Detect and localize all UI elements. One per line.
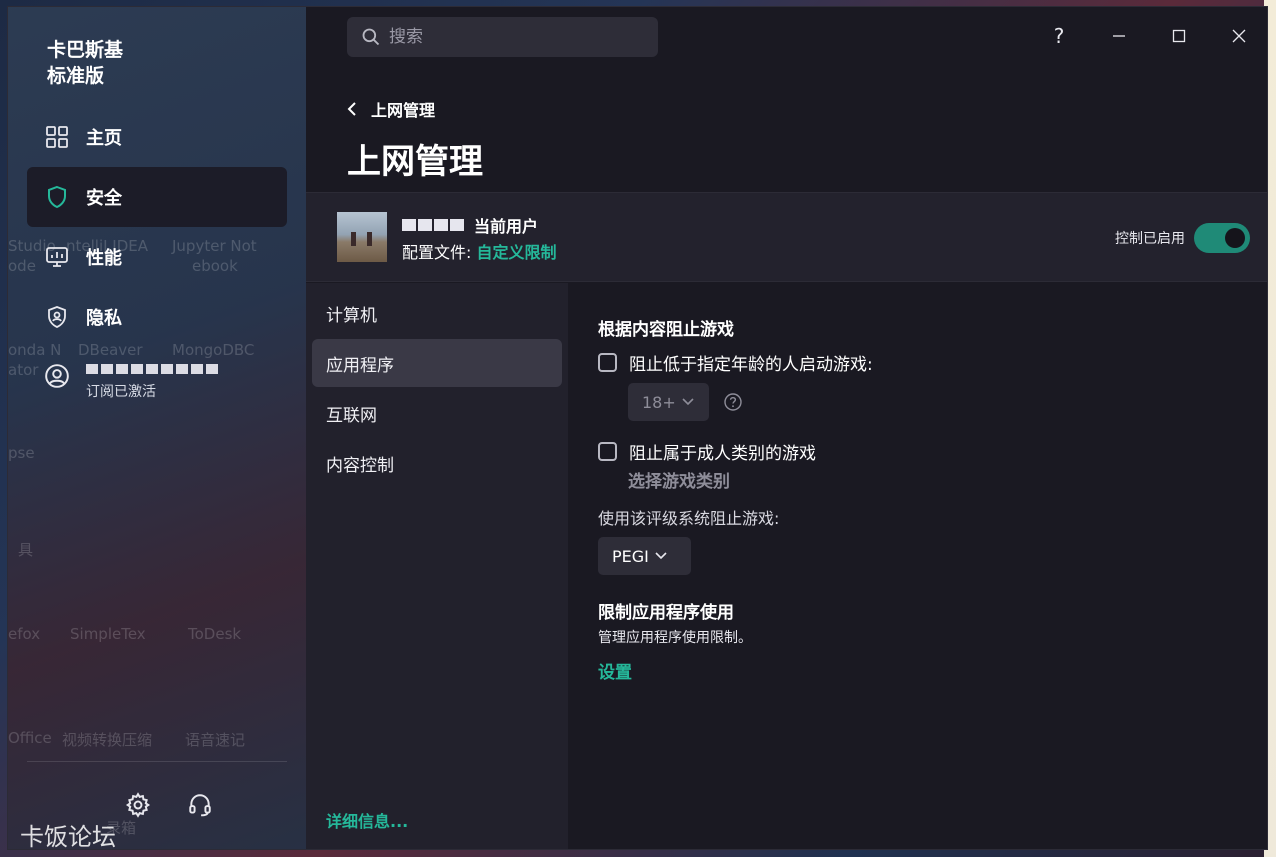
desktop-ghost-label: pse bbox=[8, 444, 35, 462]
sidebar-item-label: 性能 bbox=[86, 248, 122, 269]
brand-edition: 标准版 bbox=[47, 65, 105, 87]
sidebar-item-privacy[interactable]: 隐私 bbox=[27, 287, 287, 347]
maximize-icon bbox=[1172, 29, 1186, 43]
user-bar: 当前用户 配置文件: 自定义限制 控制已启用 bbox=[306, 192, 1267, 282]
sidebar-divider bbox=[27, 761, 287, 762]
age-select[interactable]: 18+ bbox=[628, 383, 709, 421]
sidebar-item-performance[interactable]: 性能 bbox=[27, 227, 287, 287]
profile-label: 配置文件: bbox=[402, 243, 472, 262]
close-button[interactable] bbox=[1224, 21, 1254, 51]
age-select-value: 18+ bbox=[642, 392, 676, 412]
main-panel: ? 上网管理 上网管理 当前用户 配置文件 bbox=[306, 7, 1267, 849]
subscription-status: 订阅已激活 bbox=[86, 384, 156, 400]
sidebar-item-label: 主页 bbox=[86, 128, 122, 149]
desktop-ghost-label: Office bbox=[8, 729, 52, 747]
sidebar-item-label: 安全 bbox=[86, 188, 122, 209]
age-restriction-row[interactable]: 阻止低于指定年龄的人启动游戏: bbox=[598, 350, 873, 375]
choose-category-link[interactable]: 选择游戏类别 bbox=[628, 467, 730, 492]
breadcrumb-label[interactable]: 上网管理 bbox=[371, 97, 435, 121]
adult-category-label[interactable]: 阻止属于成人类别的游戏 bbox=[629, 439, 816, 464]
monitor-icon bbox=[44, 244, 70, 270]
chevron-down-icon bbox=[682, 398, 694, 406]
subnav-item-internet[interactable]: 互联网 bbox=[312, 389, 562, 437]
control-enabled-label: 控制已启用 bbox=[1115, 231, 1185, 247]
age-restriction-label[interactable]: 阻止低于指定年龄的人启动游戏: bbox=[629, 350, 873, 375]
minimize-button[interactable] bbox=[1104, 21, 1134, 51]
minimize-icon bbox=[1113, 35, 1125, 37]
gear-icon[interactable] bbox=[123, 790, 153, 820]
desktop-ghost-label: 具 bbox=[18, 541, 34, 559]
adult-category-row[interactable]: 阻止属于成人类别的游戏 bbox=[598, 439, 816, 464]
user-name: 当前用户 bbox=[402, 213, 538, 237]
app-limits-description: 管理应用程序使用限制。 bbox=[598, 630, 752, 646]
settings-link[interactable]: 设置 bbox=[598, 658, 632, 683]
search-icon bbox=[361, 27, 381, 47]
help-button[interactable]: ? bbox=[1044, 21, 1074, 51]
current-user-label: 当前用户 bbox=[474, 217, 539, 236]
account-item[interactable]: 订阅已激活 bbox=[27, 359, 287, 403]
brand-name: 卡巴斯基 bbox=[47, 39, 124, 61]
maximize-button[interactable] bbox=[1164, 21, 1194, 51]
close-icon bbox=[1232, 29, 1246, 43]
profile-link[interactable]: 自定义限制 bbox=[477, 243, 557, 262]
search-box[interactable] bbox=[347, 17, 658, 57]
subnav-item-content-control[interactable]: 内容控制 bbox=[312, 439, 562, 487]
subnav-item-applications[interactable]: 应用程序 bbox=[312, 339, 562, 387]
kaspersky-window: Studio ode ntelliJ IDEA Jupyter Not eboo… bbox=[7, 6, 1268, 850]
details-link[interactable]: 详细信息... bbox=[326, 808, 408, 832]
desktop-ghost-label: 语音速记 bbox=[185, 731, 246, 749]
subnav-item-computer[interactable]: 计算机 bbox=[312, 289, 562, 337]
lock-shield-icon bbox=[44, 304, 70, 330]
grid-icon bbox=[44, 124, 70, 150]
search-input[interactable] bbox=[389, 27, 639, 47]
account-name-redacted bbox=[86, 359, 221, 377]
age-restriction-checkbox[interactable] bbox=[598, 353, 617, 372]
section-title-block-games: 根据内容阻止游戏 bbox=[598, 320, 734, 340]
desktop-ghost-label: efox bbox=[8, 625, 41, 643]
avatar bbox=[337, 212, 387, 262]
desktop-ghost-label: ToDesk bbox=[188, 625, 242, 643]
help-circle-icon[interactable] bbox=[723, 392, 743, 412]
sidebar-item-security[interactable]: 安全 bbox=[27, 167, 287, 227]
sub-navigation: 计算机 应用程序 互联网 内容控制 详细信息... bbox=[306, 283, 568, 849]
breadcrumb[interactable]: 上网管理 bbox=[347, 97, 435, 121]
sidebar: Studio ode ntelliJ IDEA Jupyter Not eboo… bbox=[8, 7, 306, 850]
chevron-down-icon bbox=[655, 552, 667, 560]
shield-icon bbox=[44, 184, 70, 210]
user-circle-icon bbox=[44, 363, 70, 389]
sidebar-item-label: 隐私 bbox=[86, 308, 122, 329]
desktop-ghost-label: 视频转换压缩 bbox=[62, 731, 153, 749]
rating-system-select[interactable]: PEGI bbox=[598, 537, 691, 575]
adult-category-checkbox[interactable] bbox=[598, 442, 617, 461]
content-panel: 根据内容阻止游戏 阻止低于指定年龄的人启动游戏: 18+ 阻止属于成人类别的游戏… bbox=[568, 283, 1267, 849]
rating-system-label: 使用该评级系统阻止游戏: bbox=[598, 509, 780, 528]
app-brand: 卡巴斯基 标准版 bbox=[47, 37, 123, 89]
control-toggle[interactable] bbox=[1194, 223, 1250, 253]
page-title: 上网管理 bbox=[347, 142, 483, 182]
desktop-ghost-label: SimpleTex bbox=[70, 625, 146, 643]
sidebar-item-home[interactable]: 主页 bbox=[27, 107, 287, 167]
section-title-app-limits: 限制应用程序使用 bbox=[598, 603, 734, 623]
rating-system-value: PEGI bbox=[612, 546, 649, 566]
toggle-knob bbox=[1225, 228, 1245, 248]
forum-watermark: 卡饭论坛 bbox=[20, 823, 116, 850]
user-profile: 配置文件: 自定义限制 bbox=[402, 239, 557, 263]
chevron-left-icon[interactable] bbox=[347, 102, 359, 116]
headset-icon[interactable] bbox=[185, 790, 215, 820]
